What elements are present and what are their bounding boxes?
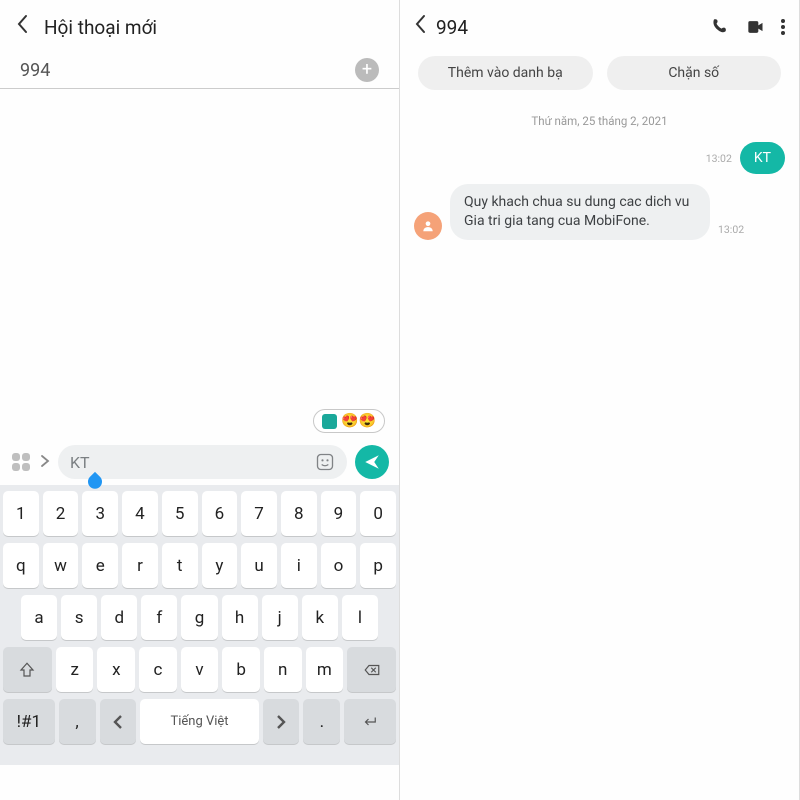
key-a[interactable]: a <box>21 595 57 640</box>
keyboard-row-qwerty: q w e r t y u i o p <box>3 543 396 588</box>
key-6[interactable]: 6 <box>202 491 238 536</box>
right-pane: 994 Thêm vào danh bạ Chặn số Thứ năm, 25… <box>400 0 800 800</box>
key-9[interactable]: 9 <box>321 491 357 536</box>
key-r[interactable]: r <box>122 543 158 588</box>
recipient-input[interactable]: 994 <box>20 60 355 81</box>
key-w[interactable]: w <box>43 543 79 588</box>
call-icon[interactable] <box>709 17 729 37</box>
key-h[interactable]: h <box>222 595 258 640</box>
key-v[interactable]: v <box>181 647 219 692</box>
key-3[interactable]: 3 <box>82 491 118 536</box>
menu-icon[interactable] <box>781 19 785 35</box>
right-header: 994 <box>400 0 799 50</box>
key-f[interactable]: f <box>141 595 177 640</box>
recipient-row: 994 + <box>0 50 399 89</box>
key-c[interactable]: c <box>139 647 177 692</box>
outgoing-bubble[interactable]: KT <box>740 142 785 174</box>
apps-grid-icon[interactable] <box>10 451 32 473</box>
key-k[interactable]: k <box>302 595 338 640</box>
key-shift[interactable] <box>3 647 52 692</box>
key-lang-prev[interactable] <box>100 699 137 744</box>
left-pane: Hội thoại mới 994 + 😍😍 KT 1 2 <box>0 0 400 800</box>
suggestion-chips: Thêm vào danh bạ Chặn số <box>400 50 799 104</box>
sticker-icon[interactable] <box>315 452 335 472</box>
add-contact-chip[interactable]: Thêm vào danh bạ <box>418 56 593 90</box>
key-m[interactable]: m <box>306 647 344 692</box>
key-y[interactable]: y <box>202 543 238 588</box>
key-5[interactable]: 5 <box>162 491 198 536</box>
key-symbols[interactable]: !#1 <box>3 699 55 744</box>
key-4[interactable]: 4 <box>122 491 158 536</box>
key-u[interactable]: u <box>241 543 277 588</box>
screen-title: Hội thoại mới <box>44 16 157 39</box>
back-icon[interactable] <box>414 14 426 40</box>
key-e[interactable]: e <box>82 543 118 588</box>
keyboard-row-numbers: 1 2 3 4 5 6 7 8 9 0 <box>3 491 396 536</box>
keyboard-row-zxcv: z x c v b n m <box>3 647 396 692</box>
message-body: 😍😍 <box>0 89 399 439</box>
sender-avatar[interactable] <box>414 212 442 240</box>
key-l[interactable]: l <box>342 595 378 640</box>
back-icon[interactable] <box>16 14 28 40</box>
key-q[interactable]: q <box>3 543 39 588</box>
outgoing-message-row: 13:02 KT <box>400 142 799 184</box>
left-header: Hội thoại mới <box>0 0 399 50</box>
key-period[interactable]: . <box>303 699 340 744</box>
key-b[interactable]: b <box>222 647 260 692</box>
compose-input[interactable]: KT <box>58 445 347 479</box>
key-i[interactable]: i <box>281 543 317 588</box>
key-1[interactable]: 1 <box>3 491 39 536</box>
key-0[interactable]: 0 <box>360 491 396 536</box>
compose-text: KT <box>70 453 315 472</box>
block-number-chip[interactable]: Chặn số <box>607 56 782 90</box>
expand-icon[interactable] <box>40 453 50 472</box>
keyboard-row-bottom: !#1 , Tiếng Việt . <box>3 699 396 744</box>
send-button[interactable] <box>355 445 389 479</box>
key-backspace[interactable] <box>347 647 396 692</box>
outgoing-time: 13:02 <box>706 152 732 165</box>
key-8[interactable]: 8 <box>281 491 317 536</box>
date-divider: Thứ năm, 25 tháng 2, 2021 <box>400 104 799 142</box>
key-comma[interactable]: , <box>59 699 96 744</box>
contact-number: 994 <box>436 16 468 39</box>
key-7[interactable]: 7 <box>241 491 277 536</box>
key-x[interactable]: x <box>97 647 135 692</box>
key-s[interactable]: s <box>61 595 97 640</box>
emoji-suggestion-pill[interactable]: 😍😍 <box>313 409 385 433</box>
key-j[interactable]: j <box>262 595 298 640</box>
gif-icon <box>322 414 337 429</box>
incoming-time: 13:02 <box>718 223 744 240</box>
key-d[interactable]: d <box>101 595 137 640</box>
key-g[interactable]: g <box>181 595 217 640</box>
incoming-bubble[interactable]: Quy khach chua su dung cac dich vu Gia t… <box>450 184 710 240</box>
emoji-suggestion: 😍😍 <box>341 413 376 429</box>
key-enter[interactable] <box>344 699 396 744</box>
keyboard-row-asdf: a s d f g h j k l <box>3 595 396 640</box>
key-n[interactable]: n <box>264 647 302 692</box>
video-call-icon[interactable] <box>745 17 765 37</box>
key-t[interactable]: t <box>162 543 198 588</box>
incoming-message-row: Quy khach chua su dung cac dich vu Gia t… <box>400 184 799 240</box>
key-space[interactable]: Tiếng Việt <box>140 699 258 744</box>
conversation-title: 994 <box>436 16 693 39</box>
key-lang-next[interactable] <box>263 699 300 744</box>
key-2[interactable]: 2 <box>43 491 79 536</box>
key-z[interactable]: z <box>56 647 94 692</box>
key-o[interactable]: o <box>321 543 357 588</box>
key-p[interactable]: p <box>360 543 396 588</box>
keyboard: 1 2 3 4 5 6 7 8 9 0 q w e r t y u i o p … <box>0 485 399 765</box>
add-recipient-button[interactable]: + <box>355 58 379 82</box>
compose-row: KT <box>0 439 399 485</box>
